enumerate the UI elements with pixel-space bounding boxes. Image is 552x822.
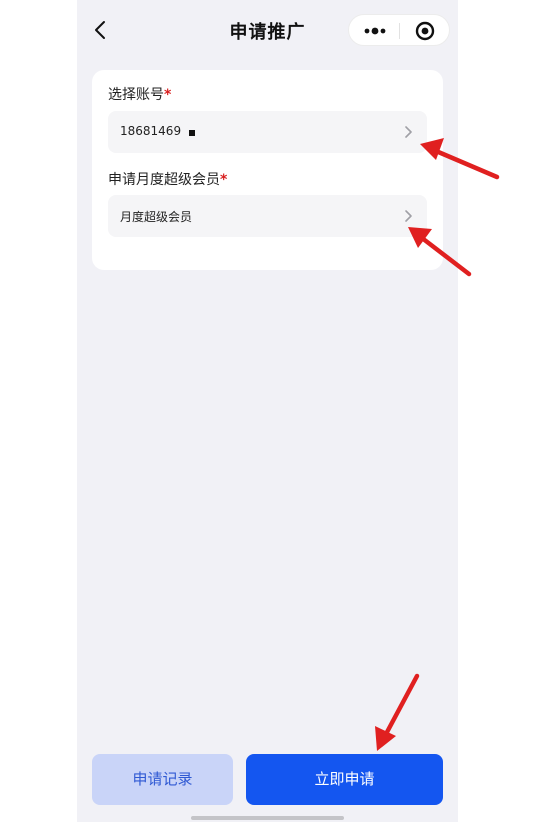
application-form-card: 选择账号* 18681469 申请月度超级会员* 月度超级会员 — [92, 70, 443, 270]
required-mark: * — [164, 87, 172, 103]
mini-program-capsule — [348, 14, 450, 46]
membership-select-value: 月度超级会员 — [120, 210, 193, 224]
selection-marker — [189, 130, 195, 136]
capsule-divider — [399, 23, 400, 39]
application-records-button[interactable]: 申请记录 — [92, 754, 233, 805]
chevron-right-icon — [405, 126, 412, 138]
membership-field-label: 申请月度超级会员* — [108, 169, 227, 189]
home-indicator — [191, 816, 344, 820]
account-select-value: 18681469 — [120, 124, 182, 138]
required-mark: * — [220, 172, 228, 188]
close-mini-program-button[interactable] — [403, 17, 447, 45]
more-dots-icon — [364, 27, 386, 35]
membership-label-text: 申请月度超级会员 — [108, 172, 220, 188]
redaction-overlay — [186, 125, 246, 139]
phone-screen: 申请推广 选择账号* 18681469 申请月度超级会员* 月度超级会员 申请记… — [77, 0, 458, 822]
account-select[interactable]: 18681469 — [108, 111, 427, 153]
more-button[interactable] — [353, 17, 397, 45]
navigation-bar: 申请推广 — [77, 0, 458, 60]
membership-select[interactable]: 月度超级会员 — [108, 195, 427, 237]
account-field-label: 选择账号* — [108, 84, 171, 104]
apply-now-button[interactable]: 立即申请 — [246, 754, 443, 805]
target-circle-icon — [415, 21, 435, 41]
account-label-text: 选择账号 — [108, 87, 164, 103]
chevron-right-icon — [405, 210, 412, 222]
